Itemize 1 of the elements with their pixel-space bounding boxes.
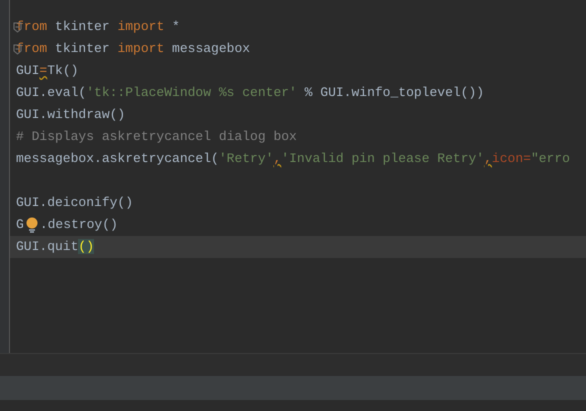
lightbulb-icon[interactable] — [24, 216, 39, 233]
